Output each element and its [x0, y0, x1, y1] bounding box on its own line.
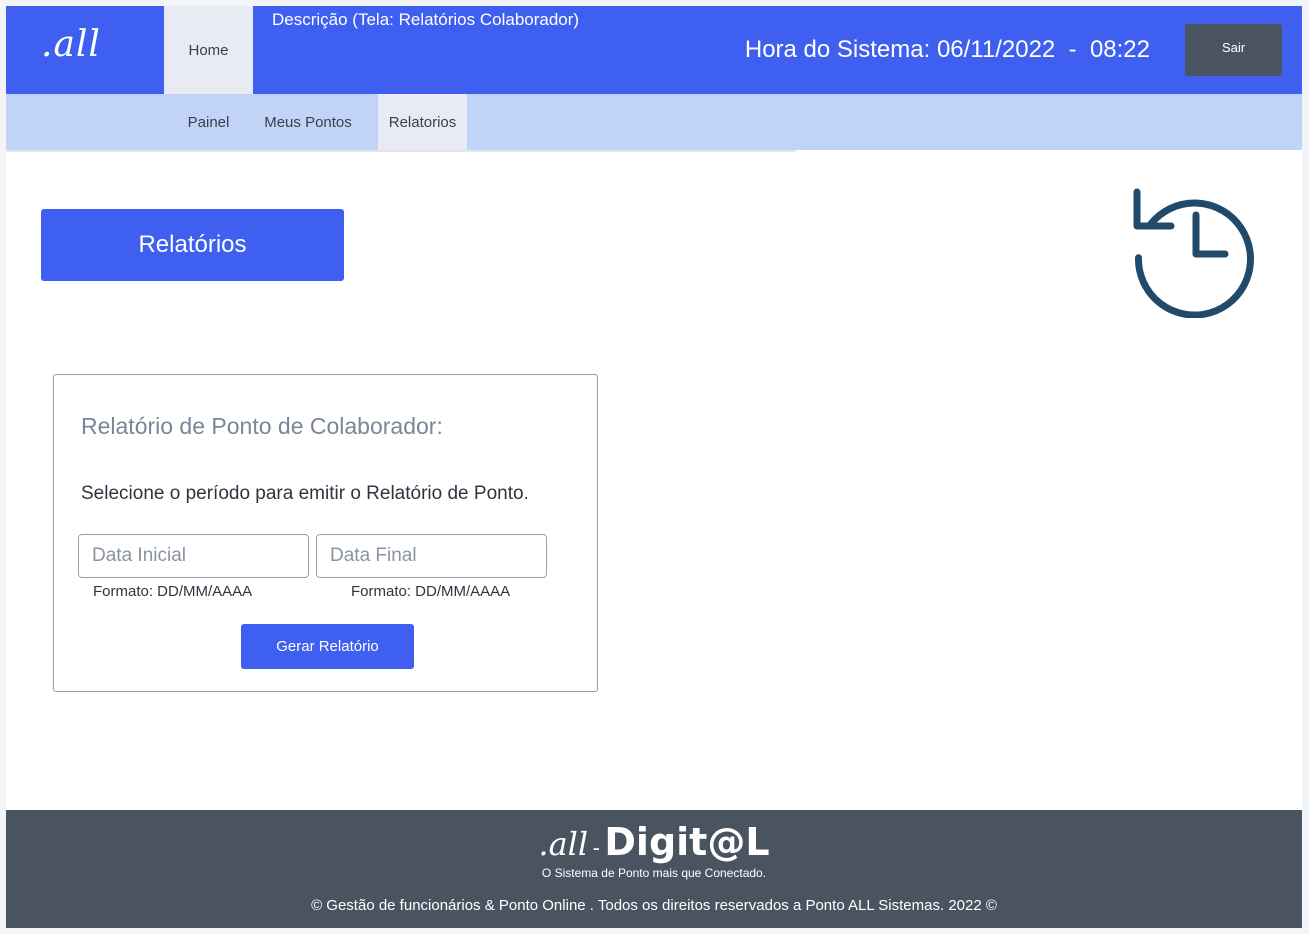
screen-description: Descrição (Tela: Relatórios Colaborador) — [272, 10, 580, 29]
subnav-item-relatorios[interactable]: Relatorios — [378, 94, 467, 150]
footer-logo-all: .all — [538, 825, 589, 863]
home-tab[interactable]: Home — [164, 6, 253, 94]
report-card-title: Relatório de Ponto de Colaborador: — [81, 413, 443, 439]
divider — [6, 150, 796, 152]
footer-logo-dash: - — [592, 835, 600, 860]
top-bar: .all Home Descrição (Tela: Relatórios Co… — [6, 6, 1302, 94]
start-date-format-hint: Formato: DD/MM/AAAA — [93, 583, 253, 600]
footer-tagline: O Sistema de Ponto mais que Conectado. — [541, 866, 767, 880]
subnav-item-painel[interactable]: Painel — [176, 94, 241, 150]
app-logo: .all — [41, 24, 101, 65]
footer-logo-digital: Digit@L — [604, 820, 770, 864]
generate-report-button[interactable]: Gerar Relatório — [241, 624, 414, 669]
footer: .all - Digit@L O Sistema de Ponto mais q… — [6, 810, 1302, 928]
subnav-item-meus-pontos[interactable]: Meus Pontos — [253, 94, 363, 150]
footer-copyright: © Gestão de funcionários & Ponto Online … — [311, 897, 997, 914]
history-clock-icon — [1133, 188, 1254, 318]
start-date-input[interactable] — [78, 534, 309, 578]
app-frame: .all Home Descrição (Tela: Relatórios Co… — [6, 6, 1302, 928]
report-card: Relatório de Ponto de Colaborador: Selec… — [53, 374, 598, 692]
footer-brand: .all - Digit@L — [6, 820, 1302, 864]
system-clock: Hora do Sistema: 06/11/2022 - 08:22 — [744, 36, 1150, 63]
report-card-instructions: Selecione o período para emitir o Relató… — [81, 483, 529, 504]
end-date-input[interactable] — [316, 534, 547, 578]
end-date-format-hint: Formato: DD/MM/AAAA — [351, 583, 511, 600]
logout-button[interactable]: Sair — [1185, 24, 1282, 76]
page-title-banner: Relatórios — [41, 209, 344, 281]
sub-navigation: Painel Meus Pontos Relatorios — [6, 94, 1302, 150]
